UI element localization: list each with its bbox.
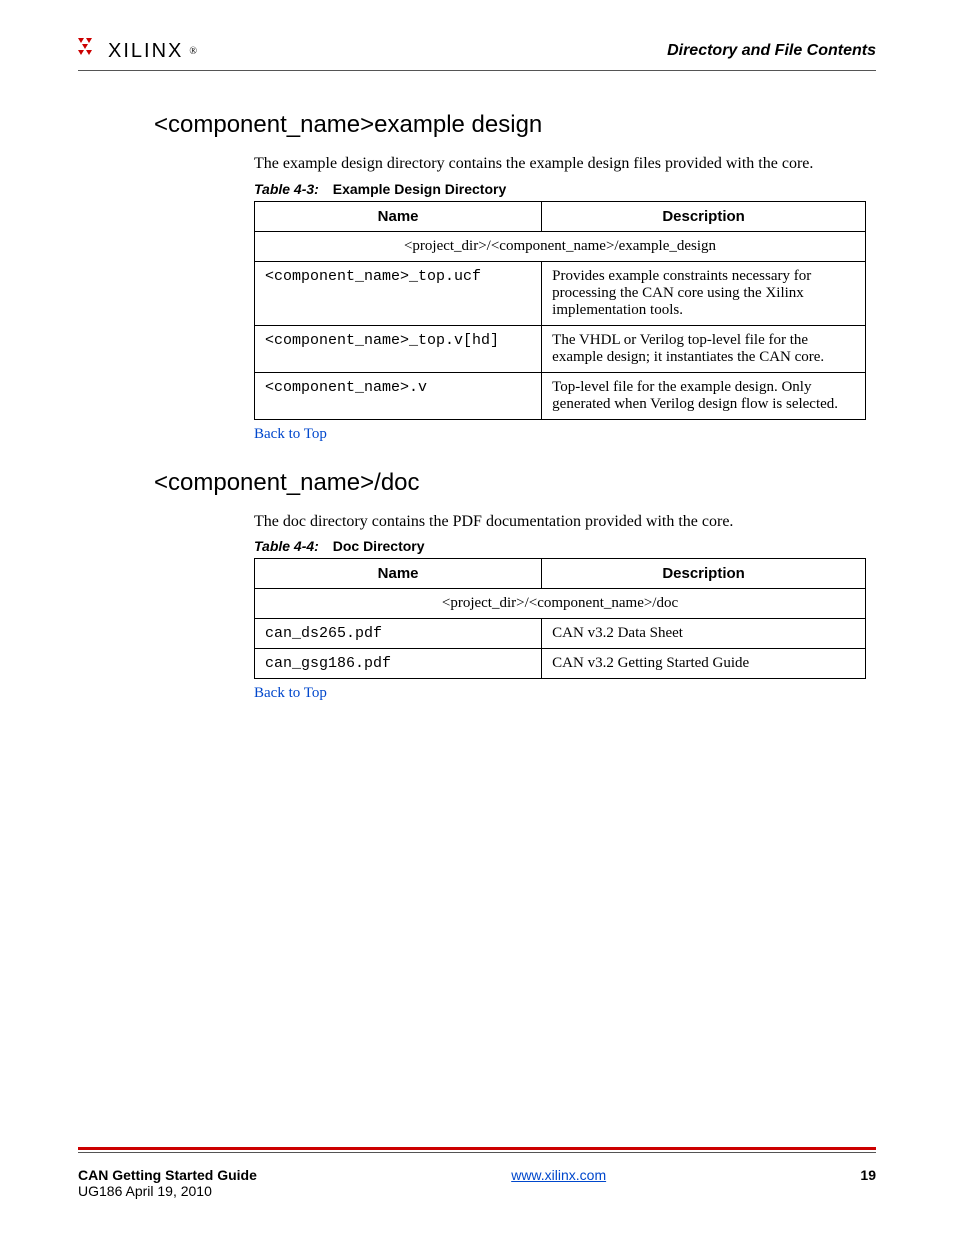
xilinx-logo: XILINX ®	[78, 38, 197, 64]
section-heading-example-design: <component_name>example design	[154, 111, 876, 139]
back-to-top-link[interactable]: Back to Top	[254, 426, 327, 443]
xilinx-logo-mark-icon	[78, 38, 102, 64]
xilinx-logo-text: XILINX	[108, 40, 183, 63]
table-doc-directory: Name Description <project_dir>/<componen…	[254, 558, 866, 679]
table-row: <component_name>_top.v[hd] The VHDL or V…	[255, 325, 866, 372]
page-header: XILINX ® Directory and File Contents	[78, 38, 876, 71]
footer-page-number: 19	[860, 1167, 876, 1183]
table-4-3-text: Example Design Directory	[333, 181, 507, 197]
footer-doc-title: CAN Getting Started Guide	[78, 1167, 257, 1183]
table-row: can_gsg186.pdf CAN v3.2 Getting Started …	[255, 649, 866, 679]
col-header-description: Description	[542, 201, 866, 231]
col-header-name: Name	[255, 201, 542, 231]
path-cell: <project_dir>/<component_name>/doc	[255, 589, 866, 619]
footer-url-link[interactable]: www.xilinx.com	[511, 1167, 606, 1183]
path-cell: <project_dir>/<component_name>/example_d…	[255, 231, 866, 261]
file-desc: Top-level file for the example design. O…	[542, 372, 866, 419]
file-name: <component_name>_top.v[hd]	[255, 325, 542, 372]
registered-mark: ®	[189, 46, 197, 57]
file-name: <component_name>.v	[255, 372, 542, 419]
col-header-name: Name	[255, 559, 542, 589]
footer-rule	[78, 1147, 876, 1153]
file-desc: The VHDL or Verilog top-level file for t…	[542, 325, 866, 372]
section-heading-doc: <component_name>/doc	[154, 469, 876, 497]
table-example-design: Name Description <project_dir>/<componen…	[254, 201, 866, 420]
table-header-row: Name Description	[255, 201, 866, 231]
table-path-row: <project_dir>/<component_name>/example_d…	[255, 231, 866, 261]
file-name: <component_name>_top.ucf	[255, 261, 542, 325]
footer-doc-id: UG186 April 19, 2010	[78, 1183, 257, 1199]
footer-left: CAN Getting Started Guide UG186 April 19…	[78, 1167, 257, 1199]
table-4-3-label: Table 4-3:	[254, 181, 319, 197]
back-to-top-link[interactable]: Back to Top	[254, 685, 327, 702]
table-4-4-label: Table 4-4:	[254, 538, 319, 554]
file-desc: CAN v3.2 Getting Started Guide	[542, 649, 866, 679]
file-desc: CAN v3.2 Data Sheet	[542, 619, 866, 649]
table-header-row: Name Description	[255, 559, 866, 589]
table-row: <component_name>_top.ucf Provides exampl…	[255, 261, 866, 325]
table-path-row: <project_dir>/<component_name>/doc	[255, 589, 866, 619]
table-4-4-caption: Table 4-4: Doc Directory	[254, 538, 876, 554]
header-section-title: Directory and File Contents	[667, 42, 876, 60]
table-row: can_ds265.pdf CAN v3.2 Data Sheet	[255, 619, 866, 649]
file-name: can_ds265.pdf	[255, 619, 542, 649]
file-name: can_gsg186.pdf	[255, 649, 542, 679]
page-footer: CAN Getting Started Guide UG186 April 19…	[78, 1167, 876, 1199]
file-desc: Provides example constraints necessary f…	[542, 261, 866, 325]
section2-intro: The doc directory contains the PDF docum…	[254, 511, 876, 533]
table-4-4-text: Doc Directory	[333, 538, 425, 554]
table-row: <component_name>.v Top-level file for th…	[255, 372, 866, 419]
table-4-3-caption: Table 4-3: Example Design Directory	[254, 181, 876, 197]
col-header-description: Description	[542, 559, 866, 589]
section1-intro: The example design directory contains th…	[254, 153, 876, 175]
